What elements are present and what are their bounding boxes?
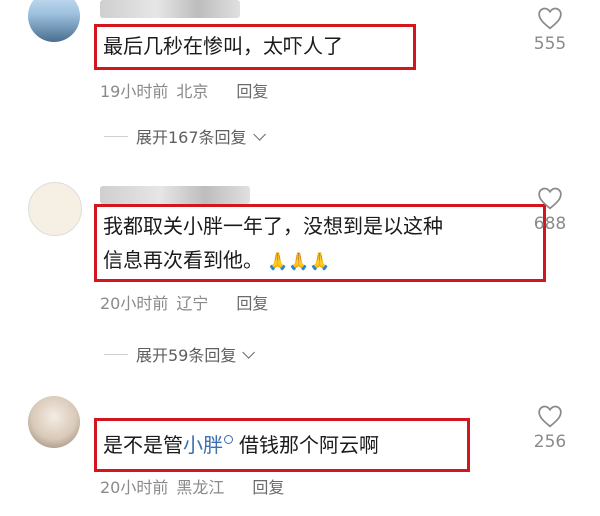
comment-time: 19小时前 bbox=[100, 82, 169, 101]
chevron-down-icon bbox=[252, 127, 266, 141]
avatar[interactable] bbox=[28, 396, 80, 448]
username-blurred[interactable] bbox=[100, 186, 250, 204]
reply-button[interactable]: 回复 bbox=[236, 290, 268, 314]
search-mini-icon[interactable] bbox=[224, 435, 233, 444]
comment-text-before: 是不是管 bbox=[103, 433, 183, 457]
comment-text: 我都取关小胖一年了，没想到是以这种 信息再次看到他。 🙏🙏🙏 bbox=[94, 204, 546, 282]
comment-location: 黑龙江 bbox=[176, 478, 225, 497]
comment-meta: 19小时前 北京 回复 bbox=[100, 78, 268, 102]
comment-time: 20小时前 bbox=[100, 478, 169, 497]
comment-meta: 20小时前 辽宁 回复 bbox=[100, 290, 268, 314]
like-count: 688 bbox=[533, 214, 567, 234]
like-count: 256 bbox=[533, 432, 567, 452]
avatar[interactable] bbox=[28, 0, 80, 42]
topic-link[interactable]: 小胖 bbox=[183, 433, 223, 457]
like-count: 555 bbox=[533, 34, 567, 54]
expand-replies-label: 展开167条回复 bbox=[136, 128, 247, 147]
heart-outline-icon bbox=[538, 187, 562, 210]
comment-text-line-2: 信息再次看到他。 🙏🙏🙏 bbox=[103, 243, 537, 279]
divider-line bbox=[104, 353, 128, 355]
pray-emoji: 🙏🙏🙏 bbox=[267, 252, 331, 272]
comment-text: 是不是管小胖 借钱那个阿云啊 bbox=[94, 418, 470, 472]
comment-location: 辽宁 bbox=[176, 294, 209, 313]
reply-button[interactable]: 回复 bbox=[236, 78, 268, 102]
comment-item-2: 我都取关小胖一年了，没想到是以这种 信息再次看到他。 🙏🙏🙏 20小时前 辽宁 回… bbox=[0, 178, 600, 378]
like-button[interactable]: 555 bbox=[522, 6, 578, 54]
comment-text-line-2-content: 信息再次看到他。 bbox=[103, 248, 263, 272]
comment-location: 北京 bbox=[176, 82, 209, 101]
comment-text-after: 借钱那个阿云啊 bbox=[239, 433, 379, 457]
expand-replies-label: 展开59条回复 bbox=[136, 346, 237, 365]
expand-replies-button[interactable]: 展开59条回复 bbox=[104, 342, 256, 366]
divider-line bbox=[104, 135, 128, 137]
heart-outline-icon bbox=[538, 405, 562, 428]
comment-item-3: 是不是管小胖 借钱那个阿云啊 20小时前 黑龙江 回复 256 bbox=[0, 392, 600, 516]
reply-button[interactable]: 回复 bbox=[252, 474, 284, 498]
avatar[interactable] bbox=[28, 182, 82, 236]
comment-text-line-1: 我都取关小胖一年了，没想到是以这种 bbox=[103, 214, 443, 238]
comment-text-content: 最后几秒在惨叫，太吓人了 bbox=[103, 34, 343, 58]
comment-item-1: 最后几秒在惨叫，太吓人了 19小时前 北京 回复 展开167条回复 555 bbox=[0, 0, 600, 160]
expand-replies-button[interactable]: 展开167条回复 bbox=[104, 124, 266, 148]
username-blurred[interactable] bbox=[100, 0, 240, 18]
comment-text: 最后几秒在惨叫，太吓人了 bbox=[94, 24, 416, 70]
heart-outline-icon bbox=[538, 7, 562, 30]
like-button[interactable]: 688 bbox=[522, 186, 578, 234]
comment-meta: 20小时前 黑龙江 回复 bbox=[100, 474, 284, 498]
comment-time: 20小时前 bbox=[100, 294, 169, 313]
chevron-down-icon bbox=[242, 345, 256, 359]
like-button[interactable]: 256 bbox=[522, 404, 578, 452]
